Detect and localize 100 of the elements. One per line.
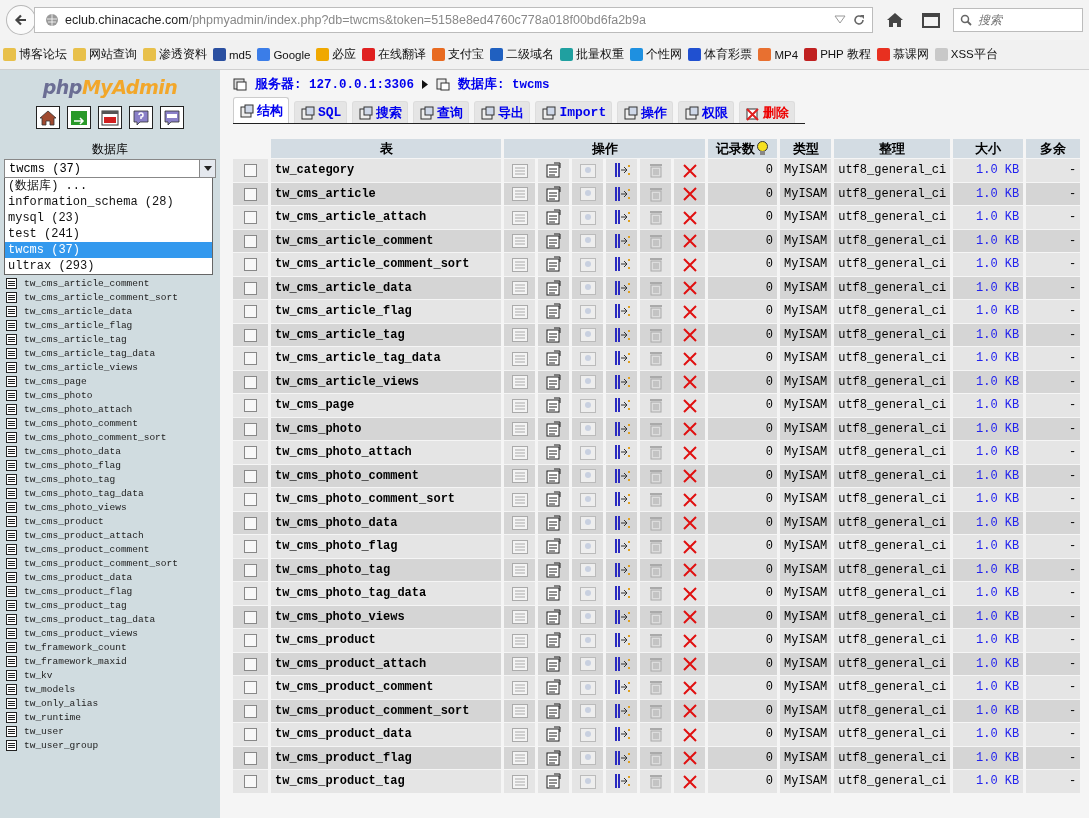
structure-icon[interactable] bbox=[545, 561, 562, 578]
dropdown-option[interactable]: mysql (23) bbox=[5, 210, 212, 226]
trash-icon[interactable] bbox=[648, 209, 663, 226]
table-name[interactable]: tw_cms_article_views bbox=[271, 370, 501, 393]
table-name[interactable]: tw_cms_photo_flag bbox=[271, 535, 501, 558]
structure-icon[interactable] bbox=[545, 491, 562, 508]
insert-icon[interactable] bbox=[612, 256, 631, 273]
table-name[interactable]: tw_cms_photo bbox=[271, 417, 501, 440]
insert-icon[interactable] bbox=[612, 726, 631, 743]
row-checkbox[interactable] bbox=[244, 305, 257, 319]
delete-icon[interactable] bbox=[682, 516, 697, 530]
row-checkbox[interactable] bbox=[244, 681, 257, 695]
browse-icon[interactable] bbox=[511, 234, 528, 248]
bookmark-link[interactable]: Google bbox=[257, 48, 311, 61]
table-name[interactable]: tw_cms_article_attach bbox=[271, 206, 501, 229]
insert-icon[interactable] bbox=[612, 373, 631, 390]
trash-icon[interactable] bbox=[648, 303, 663, 320]
table-name[interactable]: tw_cms_article_flag bbox=[271, 300, 501, 323]
insert-icon[interactable] bbox=[612, 279, 631, 296]
reload-icon[interactable] bbox=[852, 13, 867, 27]
browse-icon[interactable] bbox=[511, 469, 528, 483]
row-checkbox[interactable] bbox=[244, 493, 257, 507]
browse-icon[interactable] bbox=[511, 210, 528, 225]
table-link[interactable]: tw_framework_maxid bbox=[24, 655, 127, 667]
table-icon[interactable] bbox=[6, 487, 17, 499]
structure-icon[interactable] bbox=[545, 185, 562, 202]
delete-icon[interactable] bbox=[682, 445, 697, 460]
table-icon[interactable] bbox=[6, 641, 17, 653]
delete-icon[interactable] bbox=[682, 774, 697, 789]
structure-icon[interactable] bbox=[545, 420, 562, 437]
table-icon[interactable] bbox=[6, 445, 17, 457]
structure-icon[interactable] bbox=[545, 773, 562, 790]
bookmark-link[interactable]: XSS平台 bbox=[934, 47, 998, 62]
table-link[interactable]: tw_cms_photo_data bbox=[24, 445, 121, 457]
browse-icon[interactable] bbox=[511, 516, 528, 530]
browse-icon[interactable] bbox=[511, 704, 528, 718]
structure-icon[interactable] bbox=[545, 397, 562, 414]
insert-icon[interactable] bbox=[612, 209, 631, 226]
browse-icon[interactable] bbox=[511, 657, 528, 671]
table-name[interactable]: tw_cms_article_data bbox=[271, 276, 501, 299]
table-icon[interactable] bbox=[6, 473, 17, 485]
table-icon[interactable] bbox=[6, 739, 17, 751]
insert-icon[interactable] bbox=[612, 232, 631, 249]
row-checkbox[interactable] bbox=[244, 469, 257, 483]
tab[interactable]: 查询 bbox=[413, 101, 470, 123]
table-name[interactable]: tw_cms_photo_comment bbox=[271, 464, 501, 487]
table-link[interactable]: tw_cms_product_tag bbox=[24, 599, 127, 611]
structure-icon[interactable] bbox=[545, 162, 562, 179]
table-link[interactable]: tw_cms_product_comment_sort bbox=[24, 557, 178, 569]
table-icon[interactable] bbox=[6, 613, 17, 625]
table-icon[interactable] bbox=[6, 277, 17, 289]
delete-icon[interactable] bbox=[682, 398, 697, 413]
sql-help-button[interactable] bbox=[160, 106, 184, 129]
table-name[interactable]: tw_category bbox=[271, 159, 501, 182]
browse-icon[interactable] bbox=[511, 328, 528, 342]
table-link[interactable]: tw_cms_product_flag bbox=[24, 585, 133, 597]
insert-icon[interactable] bbox=[612, 185, 631, 202]
table-name[interactable]: tw_cms_article_comment_sort bbox=[271, 253, 501, 276]
structure-icon[interactable] bbox=[545, 585, 562, 602]
insert-icon[interactable] bbox=[612, 397, 631, 414]
row-checkbox[interactable] bbox=[244, 634, 257, 648]
row-checkbox[interactable] bbox=[244, 211, 257, 225]
browse-icon[interactable] bbox=[511, 492, 528, 507]
table-link[interactable]: tw_runtime bbox=[24, 711, 81, 723]
dropdown-option[interactable]: ultrax (293) bbox=[5, 258, 212, 274]
structure-icon[interactable] bbox=[545, 256, 562, 273]
delete-icon[interactable] bbox=[682, 492, 697, 507]
database-link[interactable]: 数据库: twcms bbox=[458, 75, 550, 93]
insert-icon[interactable] bbox=[612, 773, 631, 790]
row-checkbox[interactable] bbox=[244, 164, 257, 178]
browse-icon[interactable] bbox=[511, 563, 528, 577]
browse-icon[interactable] bbox=[511, 774, 528, 789]
table-name[interactable]: tw_cms_product bbox=[271, 629, 501, 652]
row-checkbox[interactable] bbox=[244, 328, 257, 342]
table-icon[interactable] bbox=[6, 711, 17, 723]
table-name[interactable]: tw_cms_article_tag bbox=[271, 323, 501, 346]
structure-icon[interactable] bbox=[545, 326, 562, 343]
table-link[interactable]: tw_cms_photo_tag_data bbox=[24, 487, 144, 499]
browse-icon[interactable] bbox=[511, 375, 528, 389]
trash-icon[interactable] bbox=[648, 632, 663, 649]
structure-icon[interactable] bbox=[545, 373, 562, 390]
browse-icon[interactable] bbox=[511, 539, 528, 554]
structure-icon[interactable] bbox=[545, 538, 562, 555]
bookmark-link[interactable]: MP4 bbox=[758, 48, 799, 61]
row-checkbox[interactable] bbox=[244, 704, 257, 718]
delete-icon[interactable] bbox=[682, 469, 697, 483]
table-icon[interactable] bbox=[6, 683, 17, 695]
table-name[interactable]: tw_cms_product_data bbox=[271, 723, 501, 746]
trash-icon[interactable] bbox=[648, 444, 663, 461]
insert-icon[interactable] bbox=[612, 608, 631, 625]
table-icon[interactable] bbox=[6, 557, 17, 569]
table-link[interactable]: tw_only_alias bbox=[24, 697, 99, 709]
table-link[interactable]: tw_cms_page bbox=[24, 375, 87, 387]
bookmark-link[interactable]: 渗透资料 bbox=[143, 47, 207, 62]
delete-icon[interactable] bbox=[682, 657, 697, 671]
browse-icon[interactable] bbox=[511, 751, 528, 765]
browse-icon[interactable] bbox=[511, 610, 528, 624]
database-select[interactable]: twcms (37) bbox=[4, 159, 216, 178]
delete-icon[interactable] bbox=[682, 210, 697, 225]
delete-icon[interactable] bbox=[682, 187, 697, 201]
